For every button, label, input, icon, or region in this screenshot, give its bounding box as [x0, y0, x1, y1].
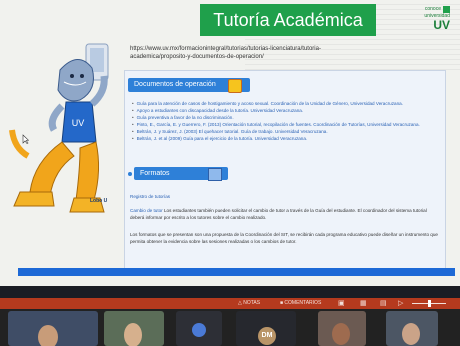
slide-sorter-icon[interactable]: ▦ — [360, 298, 367, 309]
participant-tile[interactable] — [386, 311, 438, 346]
notes-label: NOTAS — [243, 300, 261, 306]
mascot-label: Lobo U — [90, 198, 108, 204]
uv-logo: conoce universidad UV — [398, 6, 450, 32]
document-link[interactable]: Guía para la atención de casos de hostig… — [132, 100, 432, 107]
participant-avatar — [332, 323, 350, 345]
notes-button[interactable]: △ NOTAS — [238, 298, 260, 309]
folder-icon — [228, 79, 242, 93]
page-url[interactable]: https://www.uv.mx/formacionintegral/tuto… — [130, 45, 360, 61]
logo-line1: conoce — [424, 6, 441, 12]
document-link[interactable]: Beltrán, J. y Suárez, J. (2003) El queha… — [132, 128, 432, 135]
participant-avatar — [402, 323, 420, 345]
participant-avatar — [192, 323, 206, 337]
zoom-slider-thumb[interactable] — [428, 300, 431, 307]
presentation-slide: Tutoría Académica conoce universidad UV … — [0, 0, 460, 286]
formats-link-registro[interactable]: Registro de tutorías — [130, 194, 438, 201]
slide-footer-bar — [18, 268, 455, 276]
registro-link[interactable]: Registro de tutorías — [130, 194, 170, 199]
participant-avatar — [38, 325, 58, 346]
participant-tile[interactable] — [104, 311, 164, 346]
comments-label: COMENTARIOS — [284, 300, 322, 306]
formats-paragraph-2: Los formatos que se presentan son una pr… — [130, 232, 438, 244]
normal-view-icon[interactable]: ▣ — [338, 298, 345, 309]
participant-avatar — [124, 323, 142, 346]
slide-title: Tutoría Académica — [200, 4, 376, 36]
logo-cube-icon — [443, 6, 450, 13]
document-link[interactable]: Pinto, E., García, E. y Guerrero, F. (20… — [132, 121, 432, 128]
participant-initials-avatar: DM — [258, 327, 276, 345]
document-icon — [208, 168, 222, 181]
paragraph-1-text: Los estudiantes también pueden solicitar… — [130, 208, 427, 220]
meeting-toolbar: △ NOTAS ■ COMENTARIOS ▣ ▦ ▤ ▷ — [0, 298, 460, 309]
reading-view-icon[interactable]: ▤ — [380, 298, 387, 309]
logo-mark: UV — [433, 18, 450, 32]
document-link[interactable]: Beltrán, J. et al (2009) Guía para el ej… — [132, 135, 432, 142]
documents-list: Guía para la atención de casos de hostig… — [132, 100, 432, 142]
slideshow-icon[interactable]: ▷ — [398, 298, 403, 309]
documents-heading: Documentos de operación — [134, 81, 216, 88]
mouse-cursor-icon — [22, 134, 29, 144]
participant-tile[interactable] — [176, 311, 222, 346]
svg-text:UV: UV — [72, 118, 85, 128]
participant-tile[interactable] — [8, 311, 98, 346]
formats-heading: Formatos — [140, 170, 170, 177]
comments-button[interactable]: ■ COMENTARIOS — [280, 298, 321, 309]
document-link[interactable]: Guía preventiva a favor de la no discrim… — [132, 114, 432, 121]
participant-tile[interactable] — [318, 311, 366, 346]
formats-paragraph-1: Cambio de tutor Los estudiantes también … — [130, 208, 438, 221]
formats-bullet — [128, 172, 132, 176]
cambio-tutor-link[interactable]: Cambio de tutor — [130, 208, 163, 213]
document-link[interactable]: Apoyo a estudiantes con discapacidad des… — [132, 107, 432, 114]
